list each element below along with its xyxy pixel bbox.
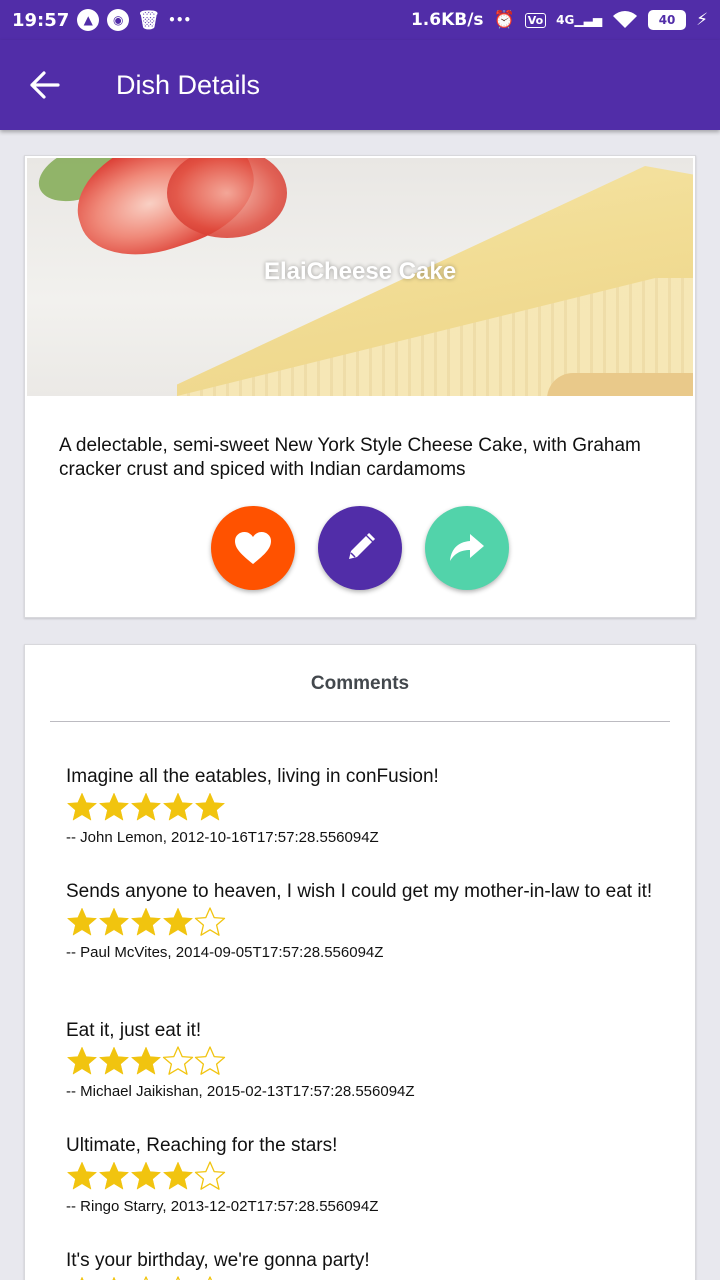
charging-icon: ⚡ bbox=[696, 10, 708, 30]
comment-author: -- Michael Jaikishan, 2015-02-13T17:57:2… bbox=[66, 1083, 415, 1100]
app-notification-icon: ▲ bbox=[77, 9, 100, 31]
network-type: 4G bbox=[556, 13, 575, 27]
star-empty-icon bbox=[207, 1276, 213, 1280]
star-filled-icon bbox=[131, 1161, 161, 1190]
edit-button[interactable] bbox=[318, 506, 402, 590]
star-empty-icon bbox=[143, 1276, 149, 1280]
comment-item: Eat it, just eat it! -- Michael Jaikisha… bbox=[66, 1019, 666, 1100]
star-empty-icon bbox=[194, 907, 226, 936]
star-filled-icon bbox=[80, 1276, 84, 1280]
comment-author: -- John Lemon, 2012-10-16T17:57:28.55609… bbox=[66, 829, 379, 846]
star-filled-icon bbox=[99, 907, 129, 936]
app-bar: Dish Details bbox=[0, 40, 720, 130]
star-filled-icon bbox=[67, 907, 97, 936]
star-empty-icon bbox=[194, 1161, 226, 1190]
battery-icon: 40 bbox=[648, 10, 687, 30]
share-arrow-icon bbox=[450, 534, 484, 561]
comment-text: Sends anyone to heaven, I wish I could g… bbox=[66, 881, 653, 902]
wifi-icon bbox=[612, 10, 638, 30]
heart-icon bbox=[235, 532, 271, 564]
rating-stars bbox=[66, 791, 666, 823]
star-filled-icon bbox=[163, 907, 193, 936]
sync-notification-icon: ◉ bbox=[107, 9, 130, 31]
dish-image: ElaiCheese Cake bbox=[27, 158, 693, 396]
comment-text: It's your birthday, we're gonna party! bbox=[66, 1250, 370, 1271]
rating-stars bbox=[66, 1045, 666, 1077]
rating-stars bbox=[66, 1160, 666, 1192]
favorite-button[interactable] bbox=[211, 506, 295, 590]
pencil-icon bbox=[349, 532, 376, 559]
star-filled-icon bbox=[67, 792, 97, 821]
star-filled-icon bbox=[99, 792, 129, 821]
cake-crust bbox=[547, 373, 693, 396]
status-time: 19:57 bbox=[12, 9, 70, 31]
dish-name: ElaiCheese Cake bbox=[263, 258, 457, 285]
star-filled-icon bbox=[131, 1046, 161, 1075]
divider bbox=[50, 721, 670, 722]
more-notifications-icon: ••• bbox=[168, 13, 192, 27]
comment-text: Imagine all the eatables, living in conF… bbox=[66, 766, 439, 787]
comment-author: -- Ringo Starry, 2013-12-02T17:57:28.556… bbox=[66, 1198, 379, 1215]
alarm-icon: ⏰ bbox=[493, 10, 515, 30]
comments-card: Comments Imagine all the eatables, livin… bbox=[24, 644, 696, 1280]
star-filled-icon bbox=[195, 792, 225, 821]
dish-description: A delectable, semi-sweet New York Style … bbox=[59, 435, 641, 480]
battery-level: 40 bbox=[658, 13, 676, 27]
star-filled-icon bbox=[163, 792, 193, 821]
comments-title: Comments bbox=[310, 673, 410, 694]
star-empty-icon bbox=[175, 1276, 181, 1280]
back-button[interactable] bbox=[0, 40, 90, 130]
star-filled-icon bbox=[99, 1046, 129, 1075]
volte-icon: Vo bbox=[524, 12, 547, 28]
star-filled-icon bbox=[131, 792, 161, 821]
arrow-left-icon bbox=[30, 71, 60, 99]
comment-item: Imagine all the eatables, living in conF… bbox=[66, 765, 666, 846]
signal-icon: 4G ▁▃▅ bbox=[556, 13, 603, 27]
dish-actions bbox=[25, 506, 695, 590]
star-filled-icon bbox=[163, 1161, 193, 1190]
comment-author: -- Paul McVites, 2014-09-05T17:57:28.556… bbox=[66, 944, 384, 961]
net-speed: 1.6KB/s bbox=[410, 10, 484, 30]
star-filled-icon bbox=[99, 1161, 129, 1190]
star-empty-icon bbox=[162, 1046, 194, 1075]
star-filled-icon bbox=[131, 907, 161, 936]
comment-item: It's your birthday, we're gonna party! bbox=[66, 1249, 666, 1280]
comment-text: Ultimate, Reaching for the stars! bbox=[66, 1135, 338, 1156]
star-filled-icon bbox=[67, 1046, 97, 1075]
rating-stars bbox=[66, 1275, 666, 1280]
rating-stars bbox=[66, 906, 666, 938]
star-filled-icon bbox=[112, 1276, 116, 1280]
star-empty-icon bbox=[194, 1046, 226, 1075]
dish-card: ElaiCheese Cake A delectable, semi-sweet… bbox=[24, 155, 696, 618]
comment-item: Sends anyone to heaven, I wish I could g… bbox=[66, 880, 666, 961]
comment-item: Ultimate, Reaching for the stars! -- Rin… bbox=[66, 1134, 666, 1215]
trash-notification-icon: 🗑 bbox=[137, 9, 161, 31]
page-title: Dish Details bbox=[116, 69, 261, 100]
share-button[interactable] bbox=[425, 506, 509, 590]
comment-text: Eat it, just eat it! bbox=[66, 1020, 202, 1041]
status-bar: 19:57 ▲ ◉ 🗑 ••• 1.6KB/s ⏰ Vo 4G ▁▃▅ 40 ⚡ bbox=[0, 0, 720, 40]
star-filled-icon bbox=[67, 1161, 97, 1190]
